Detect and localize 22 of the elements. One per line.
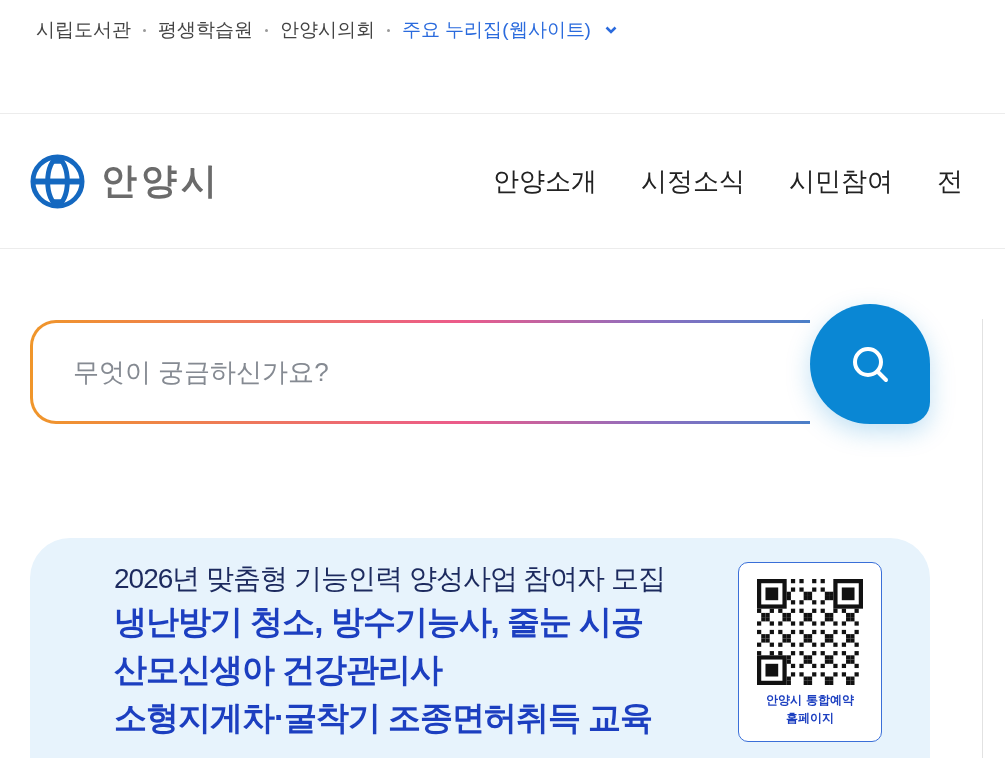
banner-headline: 소형지게차·굴착기 조종면허취득 교육 (114, 698, 654, 738)
nav-menu-item[interactable]: 전 (937, 161, 963, 201)
top-link[interactable]: 시립도서관 (36, 16, 131, 45)
promo-banner[interactable]: 2026년 맞춤형 기능인력 양성사업 참여자 모집 냉난방기 청소, 방수기능사, 줄눈 시공 산모신생아 건강관리사 소형지게차·굴착기 조종면허취득 교육 안양시 통합예약 홈페이지 (30, 538, 930, 758)
search-field[interactable]: 무엇이 궁금하신가요? (30, 320, 810, 424)
qr-caption: 홈페이지 (786, 710, 834, 727)
top-link[interactable]: 평생학습원 (158, 16, 253, 45)
banner-headline: 냉난방기 청소, 방수기능사, 줄눈 시공 (114, 602, 644, 642)
banner-headline: 산모신생아 건강관리사 (114, 650, 444, 690)
banner-subtitle: 2026년 맞춤형 기능인력 양성사업 참여자 모집 (114, 562, 666, 596)
top-link[interactable]: 안양시의회 (280, 16, 375, 45)
search-icon (850, 344, 890, 384)
qr-code-icon (757, 579, 863, 685)
nav-menu-item[interactable]: 안양소개 (493, 161, 597, 201)
qr-caption: 안양시 통합예약 (766, 692, 854, 709)
search-button[interactable] (810, 304, 930, 424)
nav-menu-item[interactable]: 시민참여 (789, 161, 893, 201)
city-logo[interactable]: 안양시 (30, 153, 221, 209)
chevron-down-icon (604, 26, 617, 35)
nav-menu-item[interactable]: 시정소식 (641, 161, 745, 201)
globe-logo-icon (30, 153, 85, 209)
sites-dropdown[interactable]: 주요 누리집(웹사이트) (402, 16, 617, 45)
